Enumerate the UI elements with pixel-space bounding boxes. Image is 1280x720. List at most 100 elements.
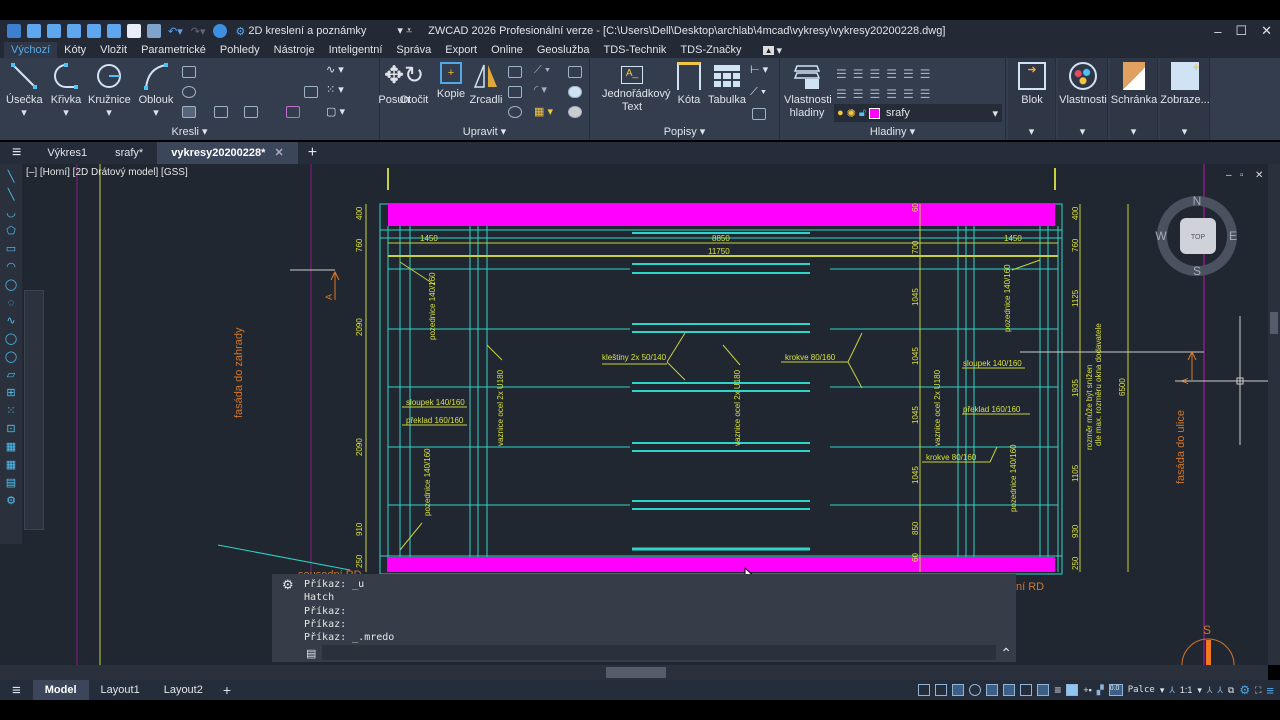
dimension-lines — [365, 204, 1129, 572]
annotation-monitor-icon[interactable]: ▞ — [1097, 685, 1104, 696]
command-line: Hatch — [304, 592, 335, 604]
label-preklad: překlad 160/160 — [963, 405, 1021, 414]
hatch-bottom-wall[interactable] — [388, 557, 1055, 572]
north-arrow-icon — [1206, 640, 1211, 665]
dim-text: 2090 — [355, 318, 364, 336]
dim-text: 910 — [355, 522, 364, 536]
dim-text: 2090 — [355, 438, 364, 456]
layout-tab-layout1[interactable]: Layout1 — [89, 680, 152, 700]
label-pozednice: pozednice 140/160 — [428, 272, 437, 340]
viewcube-south[interactable]: S — [1193, 264, 1201, 278]
dynamic-ucs-toggle[interactable] — [1020, 684, 1033, 696]
annotation-scale-icon: ⅄ — [1169, 684, 1175, 695]
horizontal-scrollbar[interactable] — [0, 665, 1268, 680]
dim-text: 1045 — [911, 347, 920, 365]
expand-history-button[interactable]: ⌃ — [1000, 645, 1012, 662]
viewport-minimize-button[interactable]: – — [1226, 170, 1232, 181]
transparency-toggle[interactable] — [1066, 684, 1079, 696]
note-text: dle max. rozměru okna dodavatele — [1094, 323, 1103, 446]
add-layout-button[interactable]: + — [215, 682, 239, 698]
layout-tab-layout2[interactable]: Layout2 — [152, 680, 215, 700]
auto-scale-icon[interactable]: ⅄ — [1217, 685, 1223, 696]
facade-street-label: fasáda do ulice — [1175, 410, 1187, 484]
command-input[interactable] — [322, 645, 996, 660]
polar-toggle[interactable] — [969, 684, 982, 696]
dim-text: 760 — [355, 238, 364, 252]
facade-garden-label: fasáda do zahrady — [233, 327, 245, 418]
settings-gear-icon[interactable]: ⚙ — [1239, 683, 1250, 697]
dim-text: 1125 — [1071, 289, 1080, 307]
crosshair-cursor — [1175, 316, 1268, 445]
viewcube-north[interactable]: N — [1193, 194, 1202, 208]
neighbor-label-right: ní RD — [1016, 581, 1044, 593]
command-window: ⚙ Příkaz: _u Hatch Příkaz: Příkaz: Příka… — [272, 574, 1016, 662]
viewport-label[interactable]: [–] [Horní] [2D Drátový model] [GSS] — [26, 167, 188, 178]
hatch-top-wall[interactable] — [388, 204, 1055, 226]
viewport-restore-button[interactable]: ▫ — [1240, 170, 1244, 181]
otrack-toggle[interactable] — [1003, 684, 1016, 696]
dim-text: 1045 — [911, 406, 920, 424]
fullscreen-icon[interactable]: ⛶ — [1255, 685, 1261, 696]
menu-icon[interactable]: ≡ — [0, 682, 33, 699]
dim-text: 1450 — [1004, 234, 1022, 243]
grid-toggle[interactable] — [918, 684, 931, 696]
viewcube-west[interactable]: W — [1155, 229, 1167, 243]
dim-text: 1045 — [911, 466, 920, 484]
beams — [632, 232, 810, 551]
dim-text: 1450 — [420, 234, 438, 243]
status-bar: ≡ +▪ ▞ 0.0 Palce ▾ ⅄ 1:1 ▾ ⅄ ⅄ ⧉ ⚙ ⛶ ≡ — [918, 680, 1274, 700]
workspace-switch-icon[interactable]: ⧉ — [1228, 685, 1234, 696]
viewport-controls: – ▫ ✕ — [1226, 170, 1263, 181]
dim-text: 400 — [355, 206, 364, 220]
command-line: Příkaz: _.mredo — [304, 632, 395, 644]
dim-text: 250 — [355, 554, 364, 568]
scroll-thumb[interactable] — [606, 667, 666, 678]
dim-text: 700 — [911, 240, 920, 254]
selection-cycling-toggle[interactable]: +▪ — [1083, 685, 1091, 695]
lineweight-toggle[interactable]: ≡ — [1054, 683, 1061, 697]
gear-icon[interactable]: ⚙ — [282, 577, 294, 593]
command-line: Příkaz: — [304, 618, 347, 630]
annotation-scale-selector[interactable]: 1:1 — [1180, 685, 1193, 695]
annotation-visibility-icon[interactable]: ⅄ — [1207, 685, 1213, 696]
layout-tab-model[interactable]: Model — [32, 680, 89, 700]
label-vaznice: vaznice ocel 2x U180 — [733, 369, 742, 446]
dim-total-text: 6500 — [1118, 378, 1127, 396]
dim-text: 11750 — [708, 247, 730, 256]
scroll-thumb[interactable] — [1270, 312, 1278, 334]
dim-text: 850 — [911, 521, 920, 535]
command-line: Příkaz: _u — [304, 579, 365, 590]
osnap-toggle[interactable] — [986, 684, 999, 696]
command-history: Příkaz: _u Hatch Příkaz: Příkaz: Příkaz:… — [304, 578, 394, 644]
viewcube-east[interactable]: E — [1229, 229, 1237, 243]
label-pozednice: pozednice 140/160 — [1003, 264, 1012, 332]
viewcube[interactable]: TOP N S E W — [1155, 194, 1237, 278]
section-label: A — [324, 294, 334, 300]
svg-text:TOP: TOP — [1191, 234, 1206, 241]
dynamic-input-toggle[interactable] — [1037, 684, 1050, 696]
draw-tool-icons[interactable]: ╲ ╲ ◡ ⬠ ▭ ◠ ◯ ◌ ∿ ◯ ◯ ▱ ⊞ ⁙ ⊡ ▦ ▦ ▤ ⚙ — [0, 164, 22, 510]
dim-text: 400 — [1071, 206, 1080, 220]
label-vaznice: vaznice ocel 2x U180 — [496, 369, 505, 446]
customize-menu-icon[interactable]: ≡ — [1266, 683, 1274, 698]
dim-text: 60 — [911, 203, 920, 212]
south-marker-label: S — [1203, 623, 1211, 637]
label-pozednice: pozednice 140/160 — [1009, 444, 1018, 512]
label-krokve: krokve 80/160 — [785, 353, 836, 362]
dim-text: 930 — [1071, 524, 1080, 538]
snap-toggle[interactable] — [935, 684, 948, 696]
dim-text: 1935 — [1071, 379, 1080, 397]
dim-text: 1105 — [1071, 464, 1080, 482]
neighbor-line — [217, 544, 351, 571]
note-text: rozměr může být snížen — [1085, 365, 1094, 450]
label-krokve: krokve 80/160 — [926, 453, 977, 462]
ortho-toggle[interactable] — [952, 684, 965, 696]
modify-palette[interactable] — [24, 290, 44, 530]
vertical-scrollbar[interactable] — [1268, 164, 1280, 665]
label-sloupek: sloupek 140/160 — [406, 398, 465, 407]
viewport-close-button[interactable]: ✕ — [1255, 170, 1263, 181]
dim-text: 250 — [1071, 556, 1080, 570]
dim-text: 8850 — [712, 234, 730, 243]
command-line: Příkaz: — [304, 605, 347, 617]
units-selector[interactable]: Palce — [1128, 685, 1155, 695]
